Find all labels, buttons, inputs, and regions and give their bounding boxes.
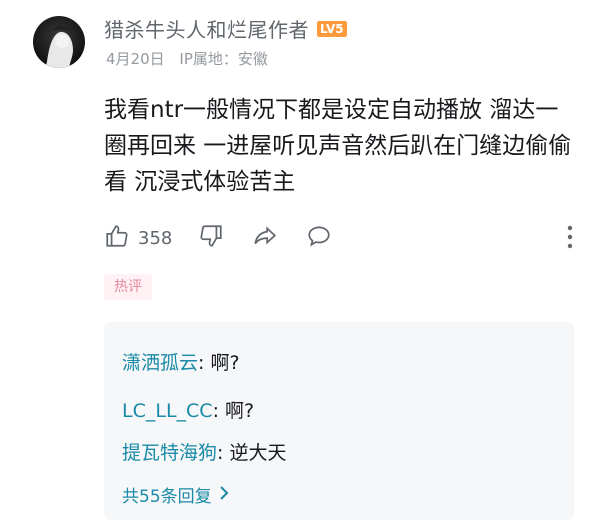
comment-text: 我看ntr一般情况下都是设定自动播放 溜达一圈再回来 一进屋听见声音然后趴在门缝… xyxy=(104,97,572,195)
username[interactable]: 猎杀牛头人和烂尾作者 xyxy=(104,14,309,43)
ip-location: IP属地：安徽 xyxy=(179,50,268,68)
thumbs-up-icon xyxy=(104,223,130,254)
level-badge: LV5 xyxy=(317,20,347,37)
reply-text: 啊? xyxy=(225,400,255,422)
reply-item[interactable]: LC_LL_CC: 啊? xyxy=(122,396,254,423)
reply-separator: : xyxy=(217,442,230,464)
reply-text: 啊? xyxy=(210,352,240,374)
more-button[interactable] xyxy=(566,224,574,255)
reply-preview-box[interactable]: 潇洒孤云: 啊? LC_LL_CC: 啊? 提瓦特海狗: 逆大天 共55条回复 xyxy=(104,322,574,520)
chevron-right-icon xyxy=(218,485,230,505)
view-all-replies-link[interactable]: 共55条回复 xyxy=(122,482,230,507)
reply-item[interactable]: 提瓦特海狗: 逆大天 xyxy=(122,438,286,465)
reply-author[interactable]: LC_LL_CC xyxy=(122,400,213,422)
reply-count-label: 共55条回复 xyxy=(122,487,212,507)
avatar[interactable] xyxy=(33,16,85,68)
comment-author[interactable]: 猎杀牛头人和烂尾作者 LV5 xyxy=(104,14,347,43)
reply-separator: : xyxy=(212,400,226,422)
comment-meta: 4月20日 IP属地：安徽 xyxy=(106,48,268,69)
comment-actions: 358 xyxy=(104,222,574,254)
like-button[interactable]: 358 xyxy=(104,223,172,254)
reply-button[interactable] xyxy=(306,223,332,254)
reply-author[interactable]: 提瓦特海狗 xyxy=(122,442,217,464)
reply-text: 逆大天 xyxy=(229,442,287,464)
hot-comment-tag: 热评 xyxy=(104,274,152,300)
reply-separator: : xyxy=(198,352,211,374)
share-icon xyxy=(252,223,278,254)
share-button[interactable] xyxy=(252,223,278,254)
reply-author[interactable]: 潇洒孤云 xyxy=(122,352,198,374)
dislike-button[interactable] xyxy=(198,223,224,254)
thumbs-down-icon xyxy=(198,223,224,254)
comment-icon xyxy=(306,223,332,254)
comment-date: 4月20日 xyxy=(106,50,165,68)
reply-item[interactable]: 潇洒孤云: 啊? xyxy=(122,348,240,375)
like-count: 358 xyxy=(138,227,173,249)
more-vertical-icon xyxy=(566,224,574,255)
